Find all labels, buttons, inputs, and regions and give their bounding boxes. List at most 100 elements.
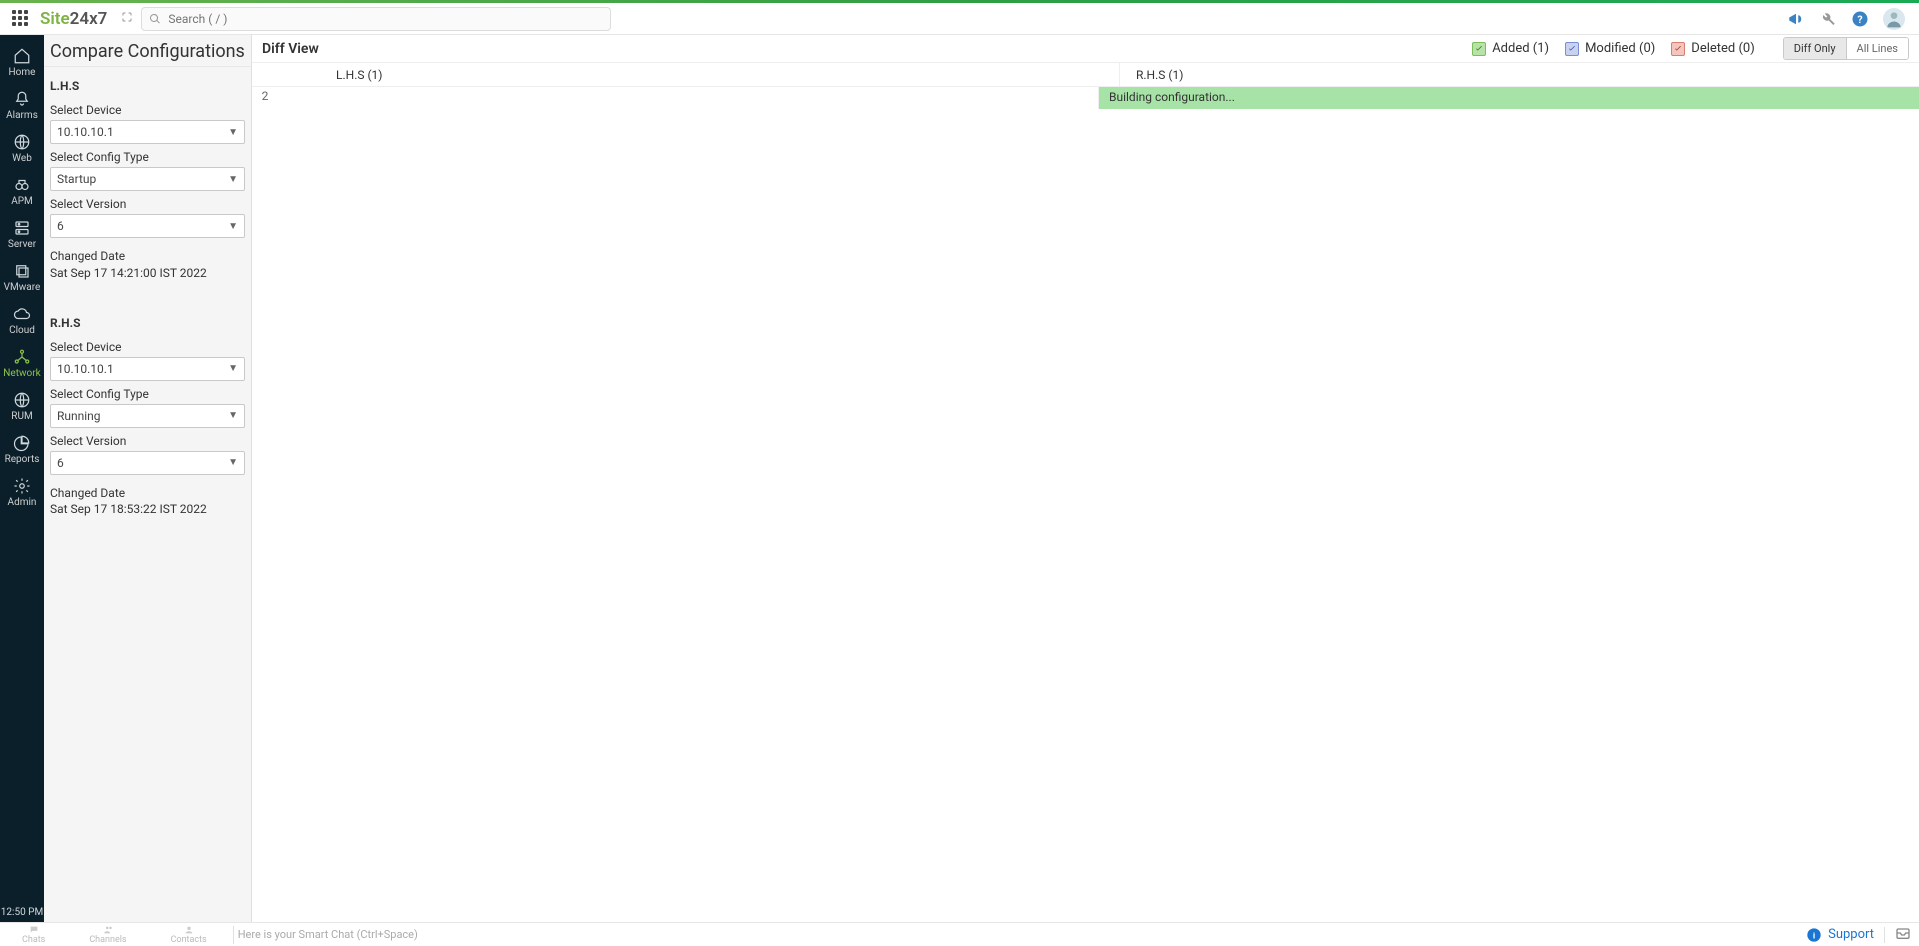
rail-item-alarms[interactable]: Alarms <box>0 84 44 127</box>
rail-item-label: VMware <box>4 282 41 293</box>
apps-grid-icon[interactable] <box>12 10 30 28</box>
checkbox-deleted-icon <box>1671 42 1685 56</box>
toggle-diff-only[interactable]: Diff Only <box>1784 38 1846 59</box>
rail-item-server[interactable]: Server <box>0 213 44 256</box>
search-input[interactable] <box>141 7 611 31</box>
bottom-contacts[interactable]: Contacts <box>149 925 229 944</box>
rhs-changed-label: Changed Date <box>50 485 245 502</box>
rail-item-home[interactable]: Home <box>0 41 44 84</box>
globe-icon <box>13 391 31 409</box>
topbar: Site24x7 ? <box>0 3 1919 35</box>
lhs-changed-value: Sat Sep 17 14:21:00 IST 2022 <box>50 266 207 280</box>
rail-item-label: Alarms <box>6 110 38 121</box>
tools-icon[interactable] <box>1819 10 1837 28</box>
chevron-down-icon: ▼ <box>228 457 238 468</box>
bell-icon <box>13 90 31 108</box>
rail-item-apm[interactable]: APM <box>0 170 44 213</box>
diff-mode-toggle: Diff Only All Lines <box>1783 37 1909 60</box>
rail-item-cloud[interactable]: Cloud <box>0 299 44 342</box>
lhs-changed-block: Changed Date Sat Sep 17 14:21:00 IST 202… <box>50 248 245 282</box>
lhs-version-value: 6 <box>57 219 64 233</box>
rhs-changed-block: Changed Date Sat Sep 17 18:53:22 IST 202… <box>50 485 245 519</box>
bottombar: Chats Channels Contacts Here is your Sma… <box>0 922 1919 946</box>
lhs-changed-label: Changed Date <box>50 248 245 265</box>
rail-item-reports[interactable]: Reports <box>0 428 44 471</box>
help-icon[interactable]: ? <box>1851 10 1869 28</box>
rhs-version-select[interactable]: 6 ▼ <box>50 451 245 475</box>
brand-logo: Site24x7 <box>40 9 107 29</box>
lhs-version-select[interactable]: 6 ▼ <box>50 214 245 238</box>
chevron-down-icon: ▼ <box>228 221 238 232</box>
left-nav-rail: Home Alarms Web APM Server VMware Cloud Network… <box>0 35 44 922</box>
user-avatar[interactable] <box>1883 8 1905 30</box>
rail-item-vmware[interactable]: VMware <box>0 256 44 299</box>
rail-item-label: Home <box>9 67 36 78</box>
rail-item-label: Server <box>8 239 36 250</box>
rail-item-label: RUM <box>11 411 32 422</box>
diff-main: Diff View Added (1) Modified (0) Deleted… <box>252 35 1919 922</box>
diff-title: Diff View <box>262 41 319 57</box>
diff-body[interactable]: 2Building configuration... <box>252 87 1919 922</box>
col-lhs-header: L.H.S (1) <box>272 63 1119 86</box>
rhs-device-label: Select Device <box>50 340 245 354</box>
config-panel: Compare Configurations L.H.S Select Devi… <box>44 35 252 922</box>
rhs-configtype-label: Select Config Type <box>50 387 245 401</box>
rhs-configtype-select[interactable]: Running ▼ <box>50 404 245 428</box>
support-link[interactable]: i Support <box>1806 927 1874 943</box>
rhs-section: R.H.S Select Device 10.10.10.1 ▼ Select … <box>44 304 251 521</box>
pie-icon <box>13 434 31 452</box>
legend-added[interactable]: Added (1) <box>1472 41 1549 56</box>
smartchat-hint: Here is your Smart Chat (Ctrl+Space) <box>238 928 418 941</box>
cloud-icon <box>13 305 31 323</box>
search-icon <box>149 13 161 25</box>
diff-legend: Added (1) Modified (0) Deleted (0) Diff … <box>1472 37 1909 60</box>
lhs-configtype-label: Select Config Type <box>50 150 245 164</box>
announcement-icon[interactable] <box>1787 10 1805 28</box>
lhs-version-label: Select Version <box>50 197 245 211</box>
info-icon: i <box>1806 927 1822 943</box>
home-icon <box>13 47 31 65</box>
col-rhs-header: R.H.S (1) <box>1119 63 1919 86</box>
rail-item-label: Admin <box>8 497 37 508</box>
rail-item-rum[interactable]: RUM <box>0 385 44 428</box>
rhs-heading: R.H.S <box>50 310 245 334</box>
rail-item-network[interactable]: Network <box>0 342 44 385</box>
stack-icon <box>13 262 31 280</box>
lhs-device-label: Select Device <box>50 103 245 117</box>
expand-icon[interactable] <box>121 11 133 26</box>
lhs-device-select[interactable]: 10.10.10.1 ▼ <box>50 120 245 144</box>
rhs-version-label: Select Version <box>50 434 245 448</box>
rhs-device-value: 10.10.10.1 <box>57 362 114 376</box>
tray-icon[interactable] <box>1895 925 1911 944</box>
globe-icon <box>13 133 31 151</box>
bottom-chats[interactable]: Chats <box>0 925 67 944</box>
network-icon <box>13 348 31 366</box>
chevron-down-icon: ▼ <box>228 363 238 374</box>
legend-modified[interactable]: Modified (0) <box>1565 41 1655 56</box>
rhs-configtype-value: Running <box>57 409 101 423</box>
rail-item-label: APM <box>11 196 33 207</box>
topbar-icons: ? <box>1787 8 1911 30</box>
config-panel-title: Compare Configurations <box>44 35 251 67</box>
rail-item-web[interactable]: Web <box>0 127 44 170</box>
rail-item-label: Reports <box>5 454 40 465</box>
diff-lhs-cell <box>278 87 1098 109</box>
svg-text:?: ? <box>1857 12 1862 25</box>
chevron-down-icon: ▼ <box>228 174 238 185</box>
rhs-version-value: 6 <box>57 456 64 470</box>
bottom-channels[interactable]: Channels <box>67 925 148 944</box>
diff-header: Diff View Added (1) Modified (0) Deleted… <box>252 35 1919 63</box>
toggle-all-lines[interactable]: All Lines <box>1846 38 1908 59</box>
rail-time: 12:50 PM <box>1 901 43 922</box>
rail-item-label: Web <box>12 153 32 164</box>
chevron-down-icon: ▼ <box>228 410 238 421</box>
rhs-device-select[interactable]: 10.10.10.1 ▼ <box>50 357 245 381</box>
lhs-configtype-value: Startup <box>57 172 96 186</box>
legend-deleted[interactable]: Deleted (0) <box>1671 41 1754 56</box>
checkbox-modified-icon <box>1565 42 1579 56</box>
lhs-section: L.H.S Select Device 10.10.10.1 ▼ Select … <box>44 67 251 284</box>
rhs-changed-value: Sat Sep 17 18:53:22 IST 2022 <box>50 502 207 516</box>
rail-item-label: Network <box>3 368 40 379</box>
rail-item-admin[interactable]: Admin <box>0 471 44 514</box>
lhs-configtype-select[interactable]: Startup ▼ <box>50 167 245 191</box>
